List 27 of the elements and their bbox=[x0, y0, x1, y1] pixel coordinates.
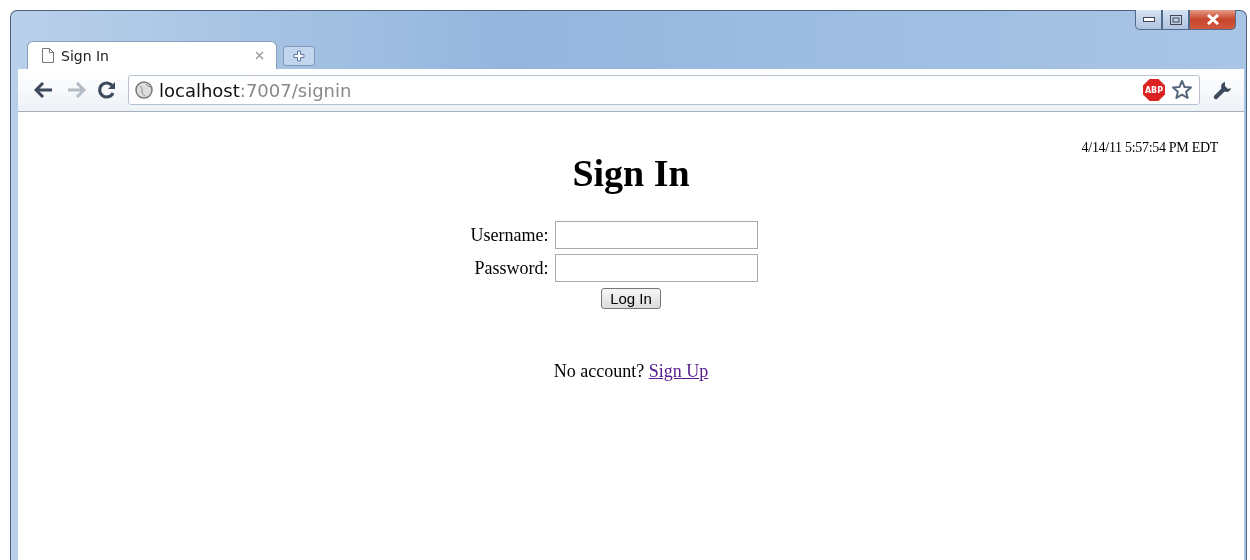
field-label: Password: bbox=[473, 257, 549, 279]
close-button[interactable] bbox=[1189, 10, 1236, 30]
close-icon[interactable] bbox=[255, 51, 264, 60]
timestamp: 4/14/11 5:57:54 PM EDT bbox=[1081, 140, 1218, 156]
username-field[interactable] bbox=[554, 221, 758, 249]
address-field[interactable]: localhost:7007/signin ABP bbox=[128, 75, 1200, 105]
wrench-icon[interactable] bbox=[1212, 79, 1234, 101]
browser-tab[interactable]: Sign In bbox=[27, 41, 277, 69]
page-heading: Sign In bbox=[572, 151, 690, 195]
password-field[interactable] bbox=[554, 254, 758, 282]
reload-icon[interactable] bbox=[98, 81, 116, 99]
plus-icon bbox=[293, 50, 305, 62]
minimize-icon bbox=[1142, 17, 1155, 22]
log-in-button[interactable]: Log In bbox=[601, 288, 661, 309]
maximize-button[interactable] bbox=[1162, 10, 1189, 30]
maximize-icon bbox=[1169, 14, 1182, 25]
adblock-button[interactable]: ABP bbox=[1143, 79, 1165, 101]
field-label: Username: bbox=[469, 224, 549, 246]
signup-prompt: No account? bbox=[553, 361, 645, 381]
new-tab-button[interactable] bbox=[283, 46, 315, 66]
close-icon bbox=[1205, 14, 1220, 25]
globe-icon bbox=[135, 81, 153, 99]
minimize-button[interactable] bbox=[1135, 10, 1162, 30]
star-icon[interactable] bbox=[1171, 79, 1193, 101]
back-icon[interactable] bbox=[34, 82, 54, 98]
sign-up-link[interactable]: Sign Up bbox=[648, 361, 709, 381]
page-icon bbox=[42, 48, 54, 63]
